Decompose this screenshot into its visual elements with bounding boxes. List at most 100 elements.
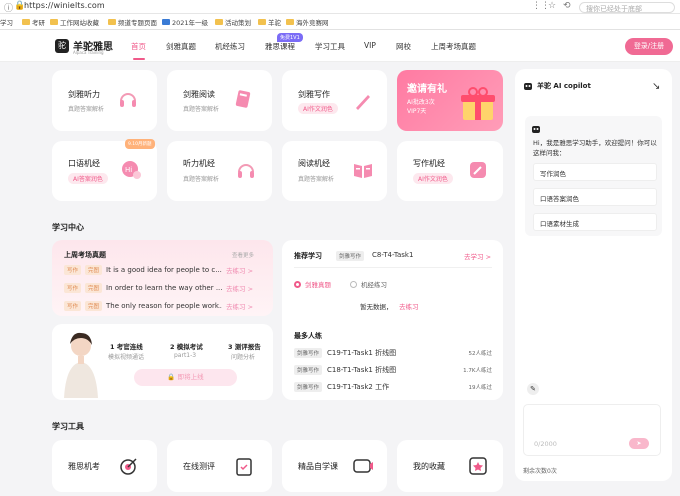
card-reading[interactable]: 剑雅阅读 真题答案解析 xyxy=(167,70,272,131)
bookmark-0[interactable]: 学习 xyxy=(0,17,13,27)
nav-school[interactable]: 网校 xyxy=(396,41,411,52)
question-text: The only reason for people work... xyxy=(106,302,223,310)
nav-home[interactable]: 首页 xyxy=(131,41,146,52)
view-more-link[interactable]: 查看更多 xyxy=(232,251,254,259)
bookmark-7[interactable]: 海外竞赛网 xyxy=(286,17,329,27)
card-sub: AI作文润色 xyxy=(413,173,453,184)
suggestion-speaking-material[interactable]: 口语素材生成 xyxy=(533,213,657,231)
pen-icon xyxy=(356,95,370,110)
table-row[interactable]: 写作 完图 It is a good idea for people to c.… xyxy=(64,265,253,275)
list-item[interactable]: 剑雅写作 C19-T1-Task2 工作 19人练过 xyxy=(294,382,492,392)
item-tag: 剑雅写作 xyxy=(294,382,323,392)
tag-writing: 写作 xyxy=(64,283,82,293)
new-questions-badge: 9.10月新题 xyxy=(125,139,155,149)
card-speaking[interactable]: 口语机经 AI答案润色 9.10月新题 Hi xyxy=(52,139,157,201)
list-item[interactable]: 剑雅写作 C19-T1-Task1 折线图 52人练过 xyxy=(294,348,492,358)
practice-link[interactable]: 去练习 > xyxy=(226,301,253,311)
address-bar: ⓘ 🔒 https://winielts.com ⋮⋮ ☆ ⟲ 搜你已经处于底部 xyxy=(0,0,680,14)
clipboard-icon xyxy=(236,458,252,476)
logo-subtitle: Alpaca Training xyxy=(73,50,104,55)
tool-self-study[interactable]: 精品自学课 xyxy=(282,440,387,492)
tag-type: 完图 xyxy=(85,265,103,275)
bookmark-2[interactable]: 工作网站收藏 xyxy=(50,17,99,27)
info-icon[interactable]: ⓘ xyxy=(4,1,13,14)
nav-vip[interactable]: VIP xyxy=(364,41,376,50)
radio-machine[interactable]: 机经练习 xyxy=(350,279,387,289)
invite-banner[interactable]: 邀请有礼 AI批改3次 VIP7天 xyxy=(397,70,503,131)
lock-icon: 🔒 xyxy=(167,373,178,381)
star-icon[interactable]: ☆ xyxy=(548,1,556,11)
clean-icon[interactable]: ✎ xyxy=(527,383,539,395)
radio-cambridge[interactable]: 剑雅真题 xyxy=(294,279,331,289)
back-icon[interactable]: ⟲ xyxy=(563,1,571,11)
bookmark-1[interactable]: 考研 xyxy=(22,17,45,27)
card-listening-machine[interactable]: 听力机经 真题答案解析 xyxy=(167,141,272,201)
card-title: 剑雅听力 xyxy=(68,90,100,99)
item-text: C19-T1-Task2 工作 xyxy=(327,383,390,391)
study-center-title: 学习中心 xyxy=(52,223,84,232)
bookmark-5[interactable]: 活动策划 xyxy=(215,17,251,27)
practice-link[interactable]: 去练习 > xyxy=(226,283,253,293)
last-week-panel: 上周考场真题 查看更多 写作 完图 It is a good idea for … xyxy=(52,240,273,316)
card-reading-machine[interactable]: 阅读机经 真题答案解析 xyxy=(282,141,387,201)
site-header: 驼 羊驼雅思 Alpaca Training 首页 剑雅真题 机经练习 免费1V… xyxy=(0,30,680,62)
item-text: C18-T1-Task1 折线图 xyxy=(327,366,397,374)
practice-link[interactable]: 去练习 > xyxy=(226,265,253,275)
send-button[interactable]: ➤ xyxy=(629,438,649,449)
coming-soon-button[interactable]: 🔒 即将上线 xyxy=(134,369,237,386)
logo-icon[interactable]: 驼 xyxy=(55,39,69,53)
suggestion-speaking-answer[interactable]: 口语答案润色 xyxy=(533,188,657,206)
step-3: 3 测评报告 xyxy=(228,343,261,351)
mock-exam-panel: 1 考官连线 模拟视频通话 2 模拟考试 part1-3 3 测评报告 问题分析… xyxy=(52,324,273,400)
svg-text:Hi: Hi xyxy=(125,166,132,174)
question-text: It is a good idea for people to c... xyxy=(106,266,222,274)
tool-label: 在线测评 xyxy=(183,462,215,471)
nav-courses[interactable]: 雅思课程 xyxy=(265,41,295,52)
card-writing-machine[interactable]: 写作机经 AI作文润色 xyxy=(397,141,503,201)
item-count: 52人练过 xyxy=(468,351,493,357)
nav-machine-practice[interactable]: 机经练习 xyxy=(215,41,245,52)
invite-title: 邀请有礼 xyxy=(407,84,447,95)
card-sub: AI作文润色 xyxy=(298,103,338,114)
empty-state-text: 暂无数据， xyxy=(360,303,393,311)
folder-icon xyxy=(286,19,294,25)
card-writing[interactable]: 剑雅写作 AI作文润色 xyxy=(282,70,387,131)
table-row[interactable]: 写作 完图 The only reason for people work...… xyxy=(64,301,253,311)
invite-line1: AI批改3次 xyxy=(407,99,435,106)
tool-ielts-exam[interactable]: 雅思机考 xyxy=(52,440,157,492)
nav-cambridge[interactable]: 剑雅真题 xyxy=(166,41,196,52)
card-title: 听力机经 xyxy=(183,159,215,168)
card-listening[interactable]: 剑雅听力 真题答案解析 xyxy=(52,70,157,131)
browser-search-input[interactable]: 搜你已经处于底部 xyxy=(579,2,675,13)
greeting-text: Hi，我是雅思学习助手，欢迎提问！你可以这样问我： xyxy=(533,139,657,157)
gift-icon xyxy=(461,87,495,120)
book-icon xyxy=(235,90,251,108)
card-sub: 真题答案解析 xyxy=(183,176,220,183)
suggestion-writing[interactable]: 写作润色 xyxy=(533,163,657,181)
bookmark-4[interactable]: 2021年一级 xyxy=(162,17,208,27)
go-study-link[interactable]: 去学习 > xyxy=(464,251,491,261)
url-text[interactable]: https://winielts.com xyxy=(24,1,105,10)
last-week-title: 上周考场真题 xyxy=(64,251,106,259)
robot-icon xyxy=(532,126,540,133)
tool-favorites[interactable]: 我的收藏 xyxy=(397,440,503,492)
nav-last-week[interactable]: 上周考场真题 xyxy=(431,41,476,52)
most-practiced-title: 最多人练 xyxy=(294,332,322,340)
empty-go-link[interactable]: 去练习 xyxy=(399,301,419,311)
item-count: 1.7K人练过 xyxy=(463,368,492,374)
radio-empty-icon xyxy=(350,280,357,288)
bookmark-6[interactable]: 羊驼 xyxy=(258,17,281,27)
card-title: 口语机经 xyxy=(68,159,100,168)
divider xyxy=(294,267,492,268)
tag-writing: 写作 xyxy=(64,265,82,275)
collapse-arrow-icon[interactable]: ↘ xyxy=(652,81,660,92)
tag-writing: 写作 xyxy=(64,301,82,311)
bookmark-3[interactable]: 频道专题页面 xyxy=(108,17,157,27)
target-icon xyxy=(120,458,137,475)
tools-title: 学习工具 xyxy=(52,422,84,431)
tool-online-test[interactable]: 在线测评 xyxy=(167,440,272,492)
table-row[interactable]: 写作 完图 In order to learn the way other ..… xyxy=(64,283,253,293)
list-item[interactable]: 剑雅写作 C18-T1-Task1 折线图 1.7K人练过 xyxy=(294,365,492,375)
nav-tools[interactable]: 学习工具 xyxy=(315,41,345,52)
login-button[interactable]: 登录/注册 xyxy=(625,38,673,55)
